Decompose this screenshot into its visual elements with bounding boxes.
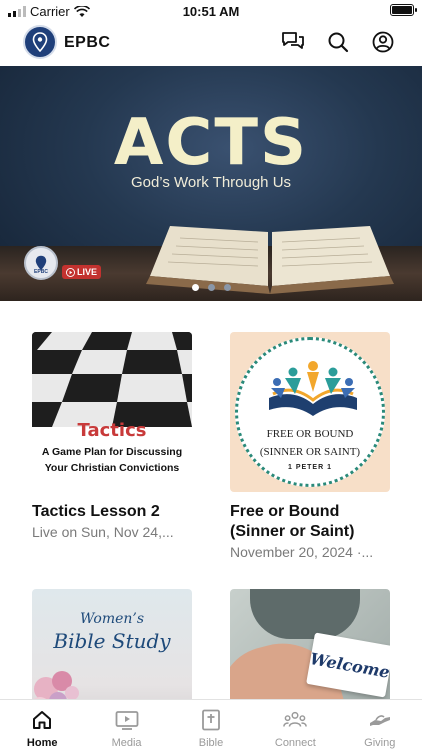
search-icon[interactable] [326, 30, 350, 54]
status-bar: Carrier 10:51 AM [0, 0, 422, 22]
tab-giving[interactable]: Giving [338, 700, 422, 750]
media-card[interactable]: FREE OR BOUND (SINNER OR SAINT) 1 PETER … [230, 332, 395, 561]
tab-bar: Home Media Bible Connect Giving [0, 699, 422, 750]
card-title: Free or Bound (Sinner or Saint) [230, 503, 355, 540]
carousel-dot[interactable] [207, 284, 215, 291]
card-title: Tactics Lesson 2 [32, 503, 160, 520]
banner-logo-text: EPBC [34, 269, 48, 275]
app-logo[interactable] [23, 25, 57, 59]
carousel-dot[interactable] [223, 284, 231, 291]
live-label: LIVE [77, 267, 98, 277]
giving-icon [368, 708, 392, 732]
card-thumbnail: FREE OR BOUND (SINNER OR SAINT) 1 PETER … [230, 332, 390, 492]
tab-label: Media [111, 737, 142, 749]
thumb-line: Women’s [79, 611, 145, 627]
tab-connect[interactable]: Connect [253, 700, 337, 750]
chessboard-image [32, 332, 192, 427]
media-icon [115, 708, 139, 732]
banner-subtitle: God’s Work Through Us [130, 174, 292, 191]
tab-label: Giving [364, 737, 396, 749]
tab-label: Bible [198, 737, 224, 749]
thumb-line: 1 PETER 1 [287, 464, 332, 471]
thumb-emblem: FREE OR BOUND (SINNER OR SAINT) 1 PETER … [235, 337, 385, 487]
tab-media[interactable]: Media [84, 700, 168, 750]
play-circle-icon [66, 267, 75, 277]
tab-home[interactable]: Home [0, 700, 84, 750]
thumb-line: FREE OR BOUND [266, 428, 354, 440]
thumb-line: (SINNER OR SAINT) [259, 446, 361, 458]
media-card[interactable]: Tactics A Game Plan for Discussing Your … [32, 332, 192, 541]
featured-banner[interactable]: ACTS God’s Work Through Us EPBC LIVE [0, 66, 422, 301]
chat-icon[interactable] [281, 30, 305, 54]
thumb-line: A Game Plan for Discussing [41, 446, 183, 458]
carousel-pagination [0, 284, 422, 291]
status-time: 10:51 AM [182, 4, 240, 19]
app-header: EPBC [0, 22, 422, 66]
battery-icon [390, 4, 417, 16]
home-icon [30, 708, 54, 732]
card-thumbnail: Tactics A Game Plan for Discussing Your … [32, 332, 192, 492]
card-subtitle: November 20, 2024 ·... [230, 544, 374, 560]
live-badge: LIVE [62, 265, 102, 279]
location-pin-icon [32, 32, 48, 52]
tab-label: Connect [274, 737, 316, 749]
tab-label: Home [26, 737, 58, 749]
bible-icon [199, 708, 223, 732]
profile-icon[interactable] [371, 30, 395, 54]
app-title: EPBC [64, 34, 111, 51]
thumb-headline: Tactics [77, 420, 147, 441]
card-subtitle: Live on Sun, Nov 24,... [32, 524, 174, 540]
thumb-line: Bible Study [53, 629, 171, 653]
tab-bible[interactable]: Bible [169, 700, 253, 750]
banner-logo: EPBC [24, 246, 58, 280]
sleeve-image [250, 589, 360, 639]
thumb-line: Your Christian Convictions [44, 462, 180, 474]
open-book-people-icon [269, 361, 357, 416]
thumb-headline: Welcome [308, 648, 390, 682]
banner-title: ACTS [113, 106, 309, 180]
connect-icon [283, 708, 308, 732]
carousel-dot[interactable] [191, 284, 199, 291]
